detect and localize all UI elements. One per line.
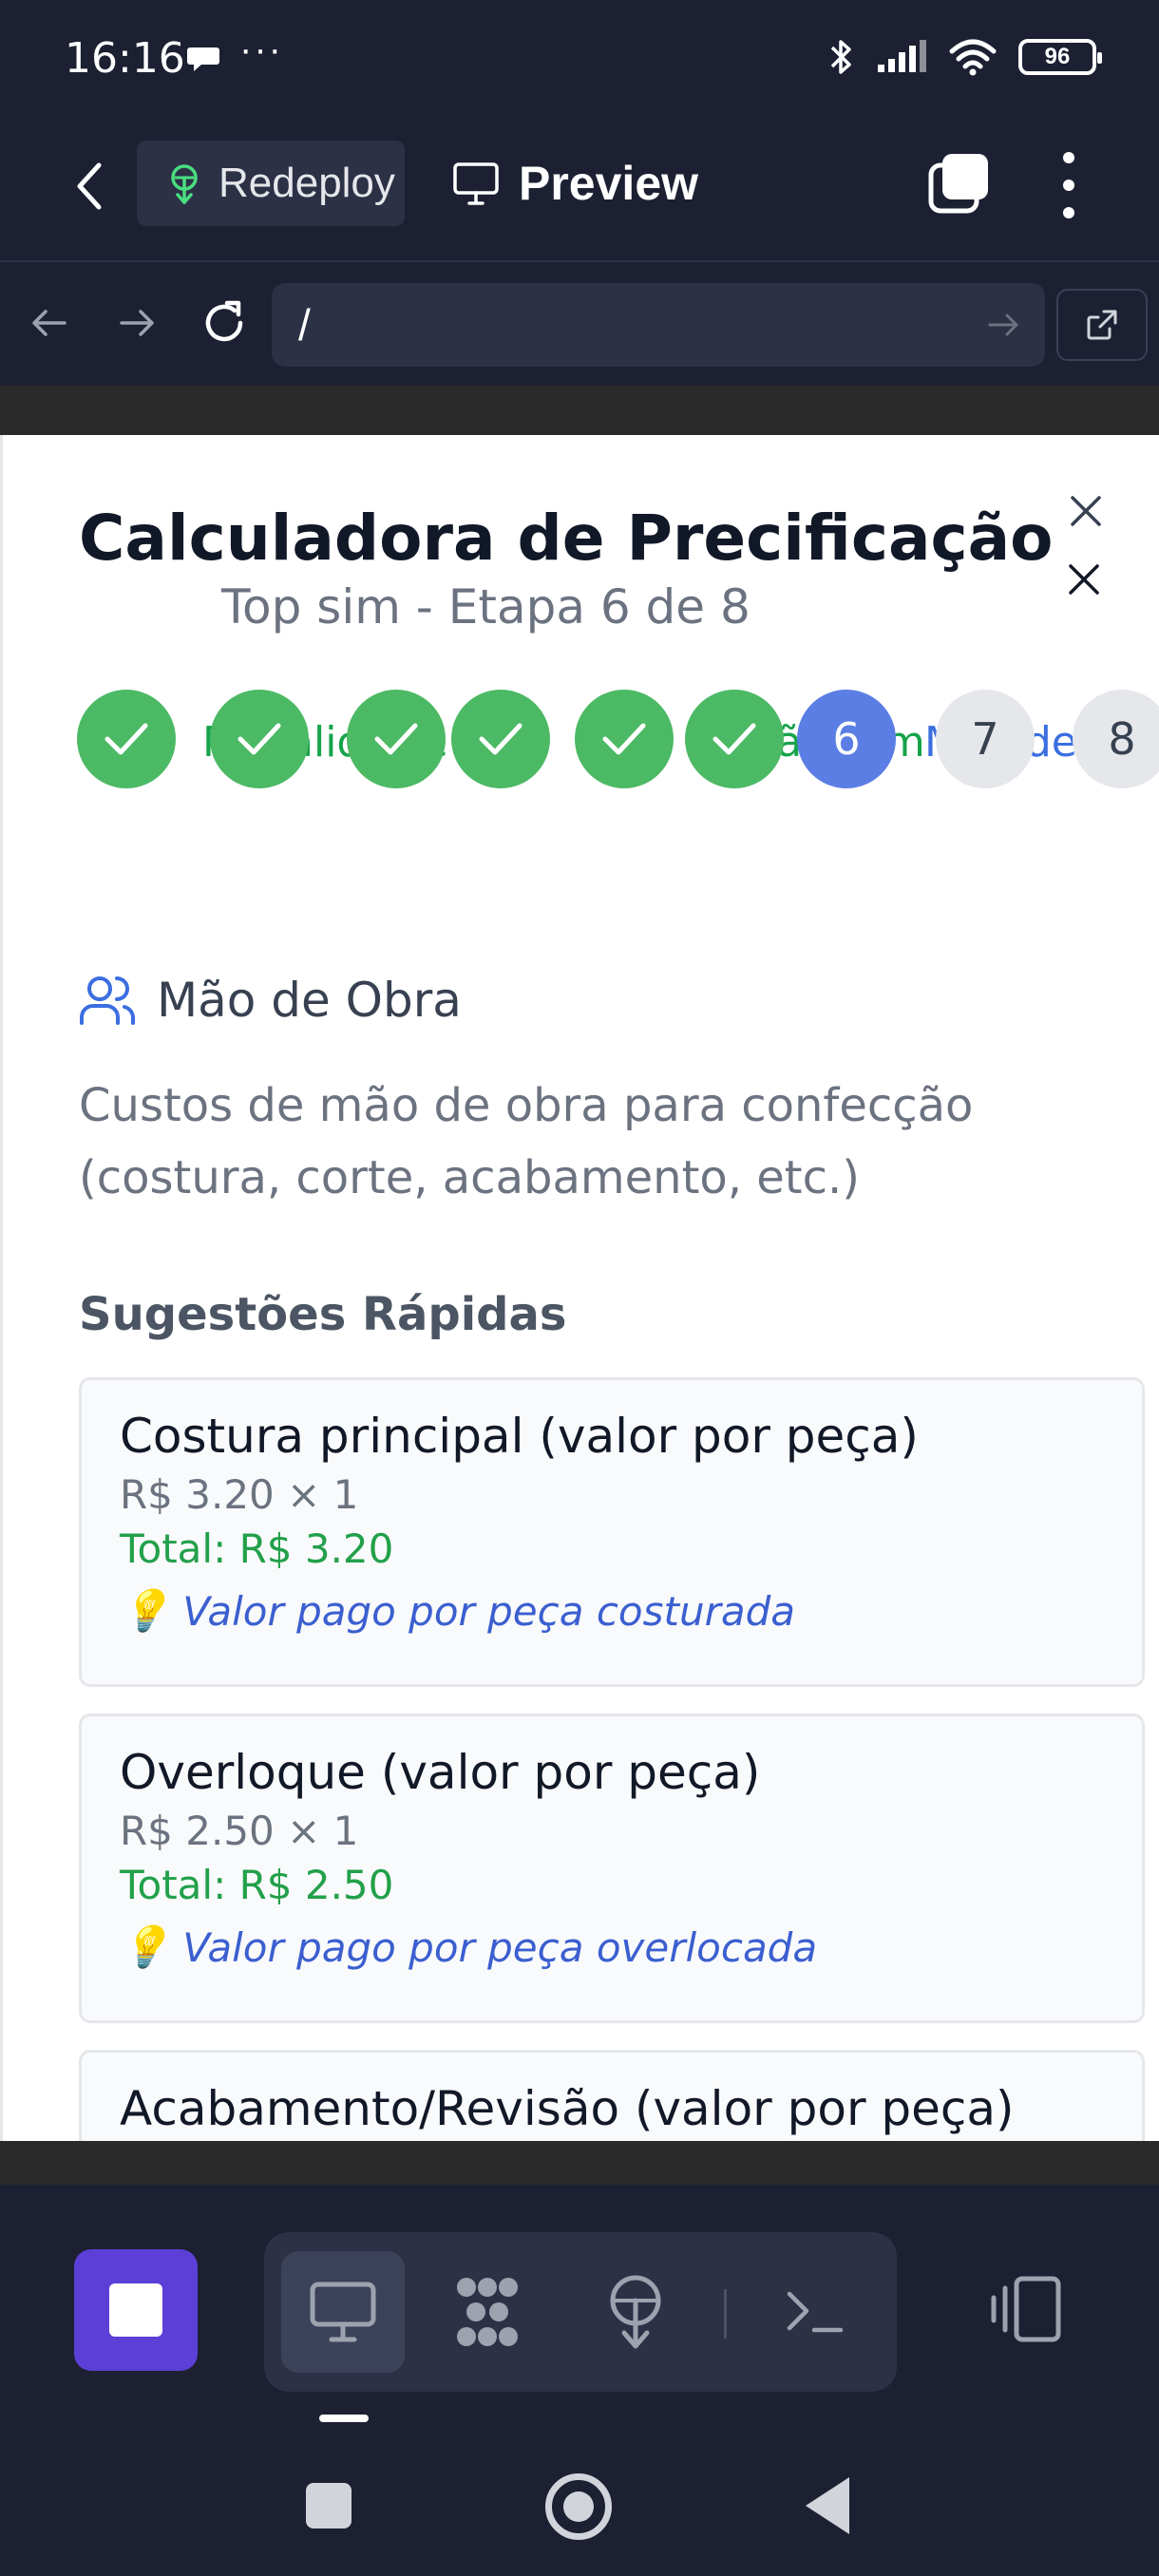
suggestion-total: Total: R$ 2.50 [120,1862,394,1908]
check-icon [104,723,148,755]
preview-tab[interactable]: Preview [452,141,698,226]
tabs-icon[interactable] [927,152,990,215]
step-current[interactable]: 6 [797,690,896,788]
url-input[interactable]: / [272,283,1045,367]
reload-button[interactable] [196,294,253,351]
suggestion-quantity: R$ 2.50 × 1 [120,1808,359,1854]
home-icon [563,2491,594,2522]
external-link-icon [1087,310,1117,340]
lightbulb-icon: 💡 [120,1587,170,1634]
workflows-tool-button[interactable] [426,2251,549,2373]
app-bar: Redeploy Preview [0,118,1159,262]
section-title: Mão de Obra [157,973,462,1028]
url-text: / [298,300,311,350]
open-external-button[interactable] [1056,289,1148,361]
suggestion-quantity: R$ 3.20 × 1 [120,1471,359,1518]
stop-icon [109,2283,162,2337]
suggestion-card[interactable]: Costura principal (valor por peça) R$ 3.… [79,1377,1145,1687]
browser-forward-button[interactable] [108,294,165,351]
home-indicator [319,2415,369,2422]
suggestion-tip: 💡 Valor pago por peça overlocada [120,1923,1104,1971]
suggestion-tip-text: Valor pago por peça costurada [182,1587,795,1635]
suggestion-name: Costura principal (valor por peça) [120,1409,919,1464]
suggestion-tip-text: Valor pago por peça overlocada [182,1923,818,1971]
page-subtitle: Top sim - Etapa 6 de 8 [221,579,750,635]
tool-group [264,2232,897,2392]
reload-icon [205,300,243,342]
section-header: Mão de Obra [79,973,462,1028]
step-4-completed[interactable] [451,690,550,788]
recents-button[interactable] [306,2483,352,2529]
shell-tool-button[interactable] [752,2251,876,2373]
preview-tool-button[interactable] [281,2251,405,2373]
step-7[interactable]: 7 [936,690,1035,788]
monitor-icon [453,162,499,205]
stop-button[interactable] [74,2249,198,2371]
check-icon [374,723,418,755]
go-arrow-icon[interactable] [984,304,1022,346]
chevron-left-icon [77,162,102,210]
more-notifications-icon: ··· [239,28,283,70]
check-icon [238,723,281,755]
close-button[interactable] [1063,488,1109,534]
step-1-completed[interactable] [77,690,176,788]
suggestion-total: Total: R$ 3.20 [120,1525,394,1572]
redeploy-button[interactable]: Redeploy [137,141,405,226]
chat-notification-icon [187,47,219,71]
deploy-tool-button[interactable] [574,2251,697,2373]
webview-top-strip [0,386,1159,435]
step-8[interactable]: 8 [1073,690,1159,788]
preview-label: Preview [519,157,699,210]
close-icon [1071,496,1101,526]
monitor-icon [310,2282,376,2342]
terminal-icon [787,2291,844,2333]
status-time: 16:16 [65,34,185,83]
signal-icon [878,40,926,72]
url-bar: / [0,264,1159,386]
check-icon [712,723,756,755]
status-icons: 96 [828,36,1102,78]
wifi-icon [949,39,997,76]
more-options-button[interactable] [1053,152,1085,218]
layout-toggle-button[interactable] [978,2257,1074,2361]
suggestion-card[interactable]: Acabamento/Revisão (valor por peça) [79,2050,1145,2141]
webview-bottom-strip [0,2141,1159,2185]
close-icon [1069,564,1099,595]
panel-layout-icon [991,2276,1061,2342]
suggestion-tip: 💡 Valor pago por peça costurada [120,1587,1104,1635]
toolbar-divider [724,2289,727,2339]
users-icon [80,976,135,1025]
status-bar: 16:16 ··· 96 [0,0,1159,118]
arrow-right-icon [120,310,154,336]
quick-suggestions-title: Sugestões Rápidas [79,1288,567,1341]
battery-icon: 96 [1018,39,1102,75]
deploy-icon [171,164,198,204]
step-6-completed[interactable] [685,690,784,788]
suggestion-name: Acabamento/Revisão (valor por peça) [120,2081,1015,2136]
bottom-toolbar [0,2185,1159,2405]
webview: Calculadora de Precificação Top sim - Et… [0,435,1159,2141]
system-nav-bar [0,2405,1159,2576]
suggestion-name: Overloque (valor por peça) [120,1745,761,1800]
redeploy-label: Redeploy [218,160,395,206]
close-button-secondary[interactable] [1061,557,1107,602]
suggestion-card[interactable]: Overloque (valor por peça) R$ 2.50 × 1 T… [79,1714,1145,2023]
check-icon [602,723,646,755]
workflow-icon [457,2278,518,2346]
system-back-button[interactable] [806,2477,849,2534]
step-5-completed[interactable] [575,690,674,788]
step-progress: M alid c d a ção um Mão de Ob 6 7 8 [3,690,1159,794]
bluetooth-icon [830,40,851,74]
step-2-completed[interactable] [210,690,309,788]
step-3-completed[interactable] [347,690,446,788]
deploy-icon [610,2275,661,2349]
page-title: Calculadora de Precificação [79,502,1054,575]
check-icon [479,723,522,755]
lightbulb-icon: 💡 [120,1923,170,1970]
back-button[interactable] [63,156,116,217]
arrow-left-icon [32,310,66,336]
section-description: Custos de mão de obra para confecção (co… [79,1079,974,1204]
browser-back-button[interactable] [21,294,78,351]
home-button[interactable] [545,2473,612,2540]
